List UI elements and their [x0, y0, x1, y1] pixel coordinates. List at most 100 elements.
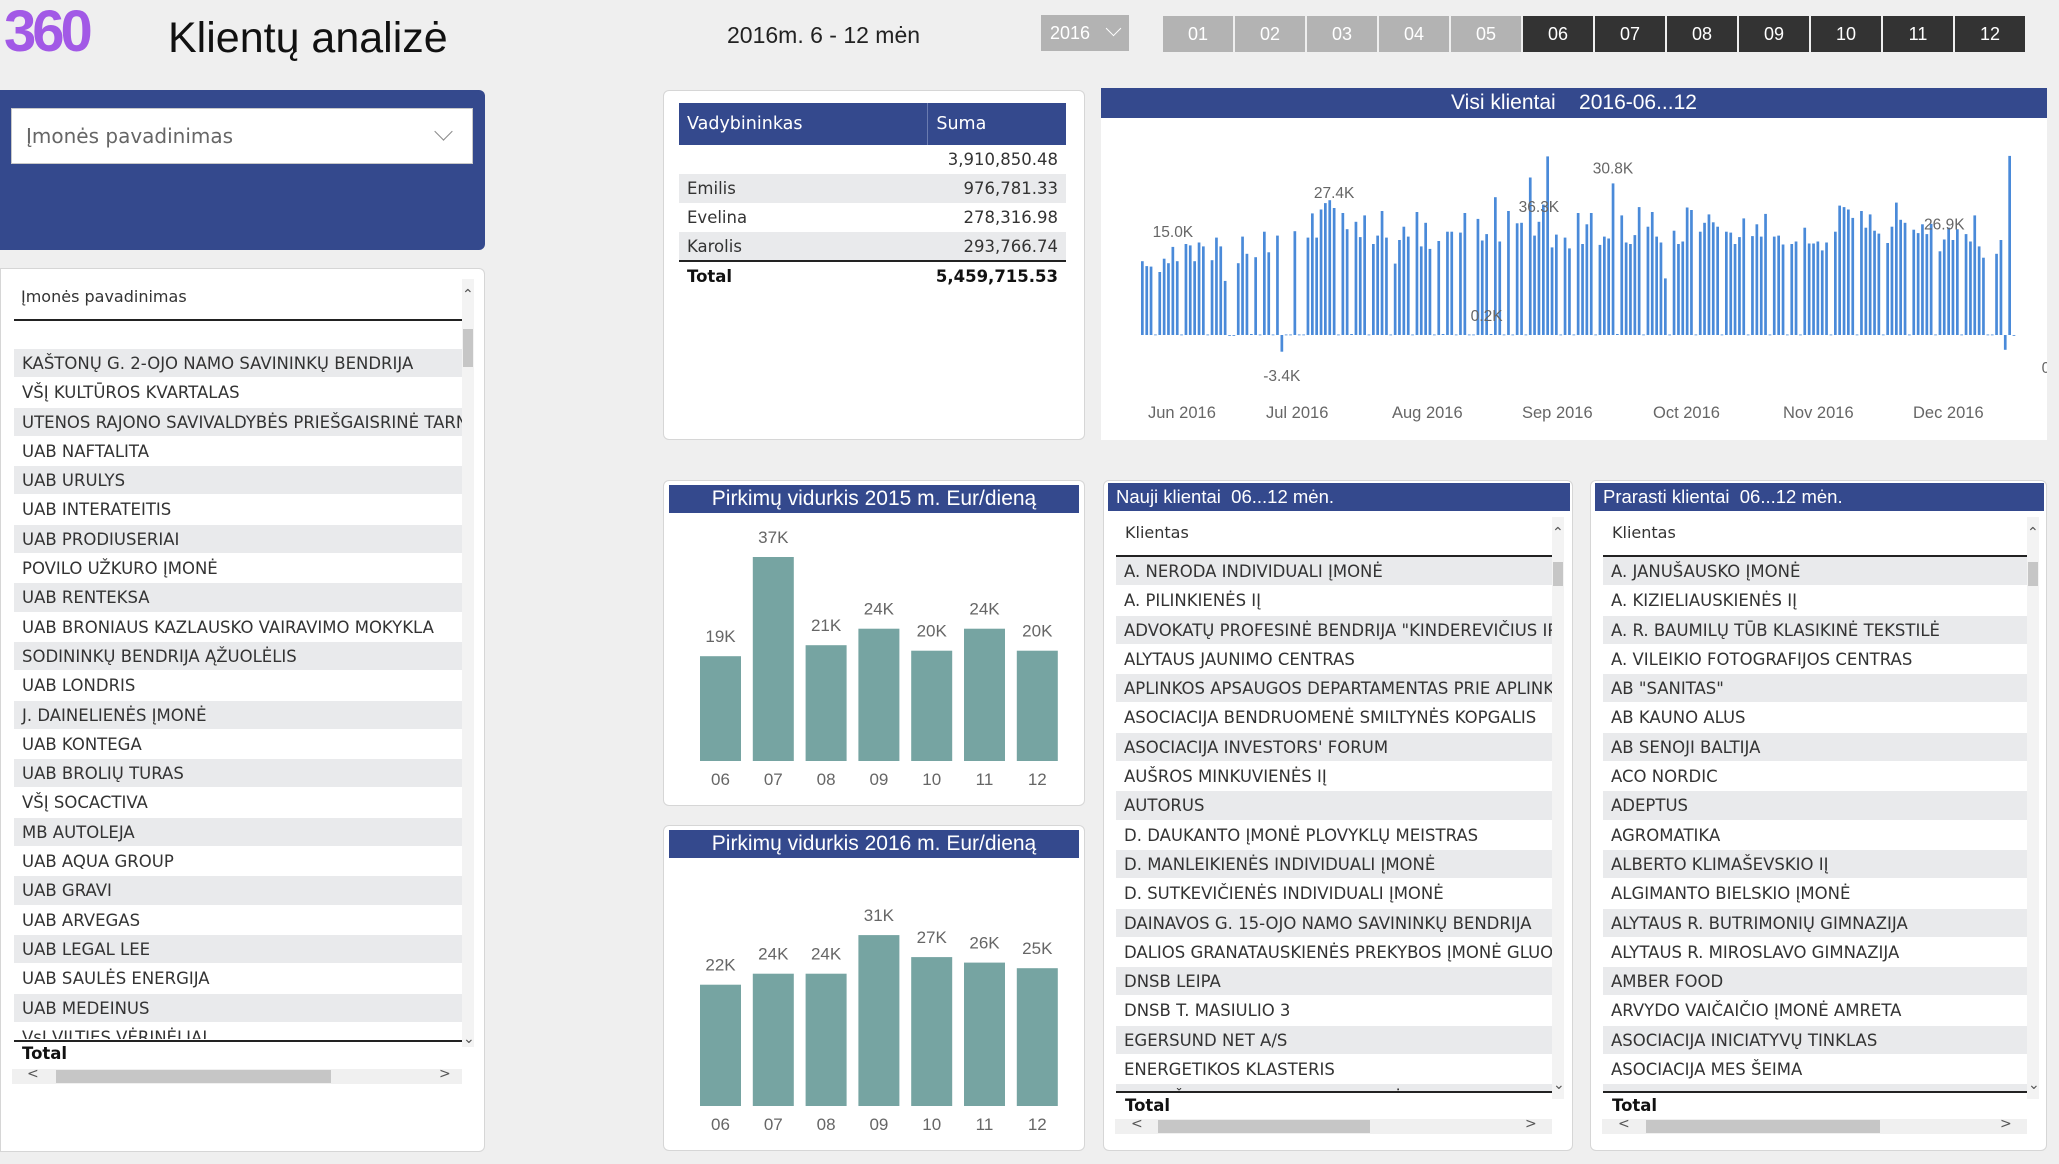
- daily-bar[interactable]: [1720, 334, 1724, 336]
- daily-bar[interactable]: [1393, 263, 1397, 335]
- new-client-row[interactable]: DNSB LEIPA: [1116, 967, 1552, 997]
- daily-bar[interactable]: [1576, 213, 1580, 335]
- daily-bar[interactable]: [1145, 266, 1149, 335]
- month-button-01[interactable]: 01: [1163, 16, 1233, 52]
- company-list-item[interactable]: POVILO UŽKURO ĮMONĖ: [14, 554, 462, 584]
- daily-bar[interactable]: [1764, 213, 1767, 335]
- new-clients-hscrollbar[interactable]: < >: [1115, 1116, 1552, 1134]
- daily-bar[interactable]: [1472, 334, 1475, 336]
- daily-bar[interactable]: [1210, 260, 1214, 335]
- daily-bar[interactable]: [1659, 242, 1663, 336]
- daily-bar[interactable]: [1890, 226, 1894, 335]
- scroll-left-icon[interactable]: <: [1618, 1116, 1630, 1132]
- company-list-item[interactable]: UAB GRAVI: [14, 876, 462, 906]
- daily-bar[interactable]: [1921, 224, 1924, 335]
- daily-bar[interactable]: [1563, 237, 1567, 335]
- daily-bar[interactable]: [1284, 334, 1288, 336]
- company-list-item[interactable]: UAB NAFTALITA: [14, 436, 462, 467]
- manager-table-row[interactable]: 3,910,850.48: [679, 145, 1066, 174]
- scrollbar-thumb[interactable]: [1646, 1120, 1880, 1133]
- daily-bar[interactable]: [1258, 334, 1262, 336]
- daily-bar[interactable]: [1951, 240, 1955, 335]
- daily-bar[interactable]: [1524, 334, 1528, 336]
- daily-bar[interactable]: [1860, 211, 1863, 335]
- daily-bar[interactable]: [1864, 227, 1868, 335]
- daily-bar[interactable]: [1149, 266, 1153, 335]
- daily-bar[interactable]: [1725, 231, 1728, 335]
- month-bar[interactable]: [752, 973, 794, 1106]
- daily-bar[interactable]: [1772, 236, 1776, 335]
- new-client-row[interactable]: DALIOS GRANATAUSKIENĖS PREKYBOS ĮMONĖ GL…: [1116, 937, 1552, 968]
- lost-client-row[interactable]: AB "SANITAS": [1603, 674, 2027, 704]
- daily-bar[interactable]: [1263, 231, 1266, 335]
- daily-bar[interactable]: [1668, 334, 1671, 336]
- daily-bar[interactable]: [1977, 246, 1981, 335]
- month-bar[interactable]: [964, 962, 1005, 1106]
- manager-table-row[interactable]: Karolis 293,766.74: [679, 232, 1066, 261]
- daily-bar[interactable]: [1642, 334, 1645, 336]
- daily-bar[interactable]: [1964, 234, 1968, 335]
- month-button-10[interactable]: 10: [1811, 16, 1881, 52]
- scroll-down-icon[interactable]: ⌄: [1553, 1077, 1565, 1093]
- lost-clients-vscrollbar[interactable]: [2027, 517, 2039, 1099]
- company-list-item[interactable]: UTENOS RAJONO SAVIVALDYBĖS PRIEŠGAISRINĖ…: [14, 407, 462, 437]
- daily-bar[interactable]: [1742, 218, 1746, 335]
- scroll-left-icon[interactable]: <: [27, 1066, 39, 1082]
- daily-bar[interactable]: [1546, 156, 1549, 335]
- daily-bar[interactable]: [1755, 224, 1759, 335]
- month-button-06[interactable]: 06: [1523, 16, 1593, 52]
- new-client-row[interactable]: A. NERODA INDIVIDUALI ĮMONĖ: [1116, 557, 1552, 587]
- month-bar[interactable]: [858, 628, 900, 761]
- company-list-item[interactable]: UAB URULYS: [14, 466, 462, 496]
- daily-bar[interactable]: [1672, 230, 1676, 335]
- daily-bar[interactable]: [2012, 335, 2016, 336]
- daily-bar[interactable]: [1202, 246, 1205, 335]
- daily-bar[interactable]: [1999, 240, 2003, 335]
- month-button-07[interactable]: 07: [1595, 16, 1665, 52]
- new-client-row[interactable]: APLINKOS APSAUGOS DEPARTAMENTAS PRIE APL…: [1116, 674, 1552, 704]
- daily-bar[interactable]: [1271, 334, 1275, 336]
- daily-bar[interactable]: [1847, 209, 1850, 336]
- company-list-item[interactable]: UAB PRODIUSERIAI: [14, 524, 462, 555]
- lost-client-row[interactable]: ALGIMANTO BIELSKIO ĮMONĖ: [1603, 879, 2027, 909]
- month-bar[interactable]: [700, 984, 741, 1106]
- lost-client-row[interactable]: ARVYDO VAIČAIČIO ĮMONĖ AMRETA: [1603, 996, 2027, 1026]
- scroll-up-icon[interactable]: ⌃: [462, 287, 474, 303]
- daily-bar[interactable]: [1912, 229, 1916, 335]
- daily-bar[interactable]: [1415, 212, 1419, 335]
- daily-bar[interactable]: [1180, 334, 1183, 336]
- daily-bar[interactable]: [1799, 334, 1802, 336]
- month-button-08[interactable]: 08: [1667, 16, 1737, 52]
- daily-bar[interactable]: [1655, 236, 1658, 335]
- daily-bar[interactable]: [1916, 233, 1920, 335]
- month-button-05[interactable]: 05: [1451, 16, 1521, 52]
- daily-bar[interactable]: [1537, 221, 1541, 335]
- daily-bar[interactable]: [1855, 334, 1859, 336]
- daily-bar[interactable]: [1942, 239, 1946, 336]
- daily-bar[interactable]: [1206, 334, 1210, 336]
- daily-bar[interactable]: [1311, 213, 1314, 335]
- column-header-manager[interactable]: Vadybininkas: [679, 103, 928, 145]
- daily-bar[interactable]: [1419, 246, 1423, 335]
- daily-bar[interactable]: [2008, 155, 2011, 335]
- new-client-row[interactable]: A. PILINKIENĖS IĮ: [1116, 586, 1552, 616]
- daily-bar[interactable]: [1293, 231, 1297, 335]
- company-slicer-dropdown[interactable]: Įmonės pavadinimas: [11, 108, 473, 164]
- month-button-12[interactable]: 12: [1955, 16, 2025, 52]
- new-client-row[interactable]: ALYTAUS JAUNIMO CENTRAS: [1116, 644, 1552, 675]
- daily-bar[interactable]: [1995, 253, 1998, 335]
- company-list-item[interactable]: VŠĮ KULTŪROS KVARTALAS: [14, 378, 462, 408]
- scroll-right-icon[interactable]: >: [439, 1066, 451, 1082]
- company-list-item[interactable]: UAB RENTEKSA: [14, 583, 462, 613]
- company-list-item[interactable]: UAB INTERATEITIS: [14, 495, 462, 525]
- daily-bar[interactable]: [1716, 226, 1719, 335]
- daily-bar[interactable]: [1616, 334, 1619, 335]
- daily-bar[interactable]: [1738, 237, 1741, 335]
- daily-bar[interactable]: [1315, 237, 1318, 335]
- company-list-vscrollbar[interactable]: [462, 279, 474, 1047]
- daily-bar[interactable]: [1694, 334, 1698, 336]
- lost-client-row[interactable]: ASOCIACIJA INICIATYVŲ TINKLAS: [1603, 1025, 2027, 1056]
- daily-bar[interactable]: [1550, 247, 1554, 335]
- new-clients-vscrollbar[interactable]: [1552, 517, 1564, 1099]
- daily-bar[interactable]: [1611, 183, 1615, 335]
